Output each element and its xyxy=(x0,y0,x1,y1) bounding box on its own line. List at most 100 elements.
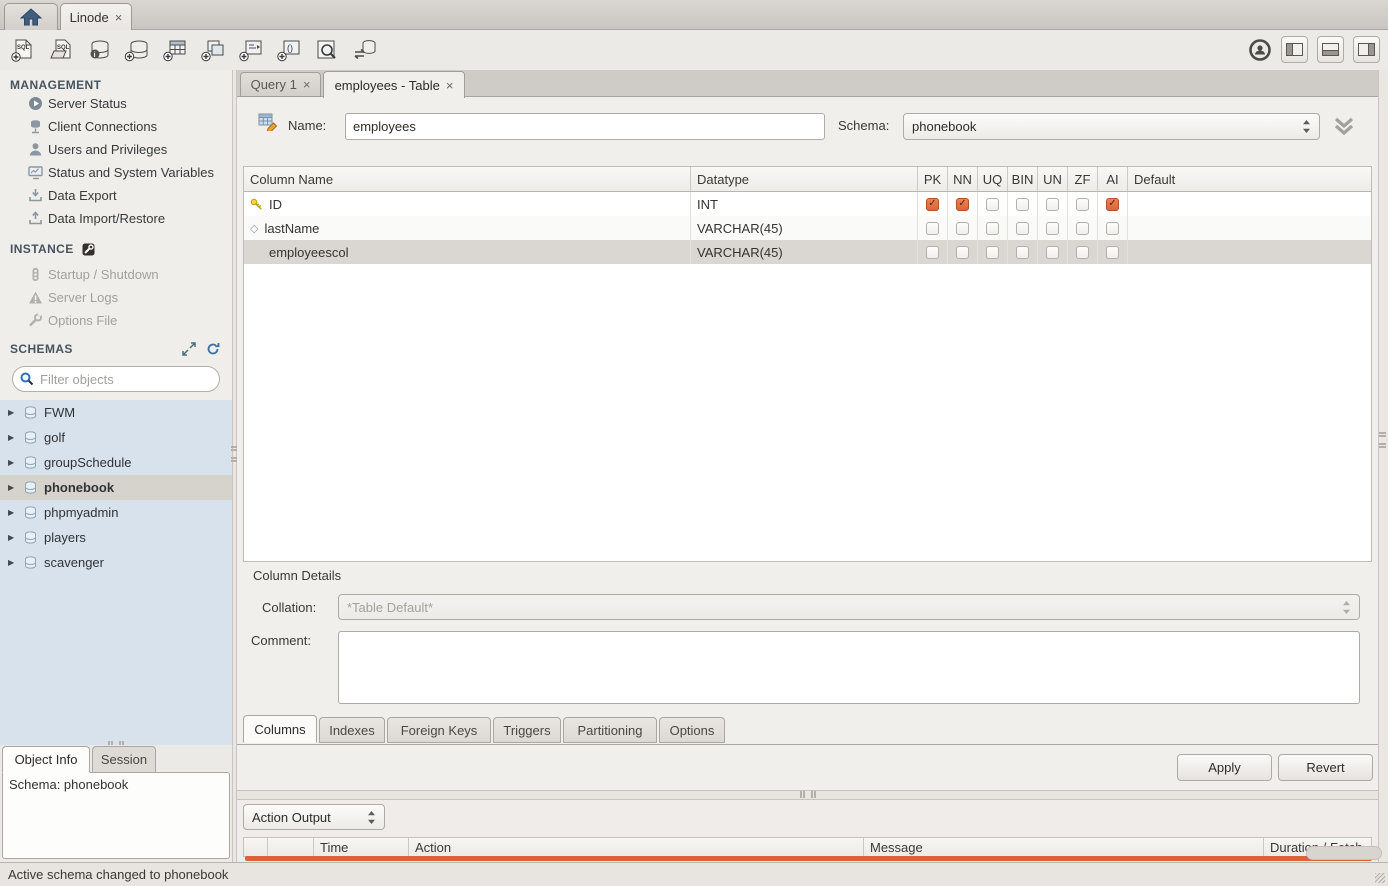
expander-icon[interactable]: ▶ xyxy=(8,458,17,467)
subtab-foreign-keys[interactable]: Foreign Keys xyxy=(387,717,491,743)
expander-icon[interactable]: ▶ xyxy=(8,433,17,442)
spinner-icon xyxy=(367,810,376,825)
schema-row[interactable]: ▶ golf xyxy=(0,425,232,450)
toggle-bottom-panel-button[interactable] xyxy=(1317,36,1344,63)
horizontal-scrollbar[interactable] xyxy=(245,856,1372,861)
column-row-id[interactable]: ID INT xyxy=(244,192,1371,216)
un-checkbox[interactable] xyxy=(1046,246,1059,259)
open-sql-script-button[interactable]: SQL xyxy=(46,35,76,65)
pk-checkbox[interactable] xyxy=(926,198,939,211)
create-function-button[interactable]: () xyxy=(274,35,304,65)
close-icon[interactable]: × xyxy=(303,77,311,92)
bin-checkbox[interactable] xyxy=(1016,222,1029,235)
nn-checkbox[interactable] xyxy=(956,246,969,259)
create-stored-procedure-button[interactable] xyxy=(236,35,266,65)
schema-row[interactable]: ▶ phpmyadmin xyxy=(0,500,232,525)
resize-grip[interactable] xyxy=(1375,873,1385,883)
sidebar-item-server-status[interactable]: Server Status xyxy=(0,92,232,115)
column-row-employeescol-selected[interactable]: employeescol VARCHAR(45) xyxy=(244,240,1371,264)
expander-icon[interactable]: ▶ xyxy=(8,558,17,567)
column-row-lastname[interactable]: ◇ lastName VARCHAR(45) xyxy=(244,216,1371,240)
splitter-grip[interactable] xyxy=(1379,432,1386,448)
uq-checkbox[interactable] xyxy=(986,222,999,235)
table-name-input[interactable] xyxy=(345,113,825,140)
apply-button[interactable]: Apply xyxy=(1177,754,1272,781)
schema-select[interactable]: phonebook xyxy=(903,113,1320,140)
close-icon[interactable]: × xyxy=(446,78,454,93)
expander-icon[interactable]: ▶ xyxy=(8,408,17,417)
sidebar-item-status-system-variables[interactable]: Status and System Variables xyxy=(0,161,232,184)
search-table-data-button[interactable] xyxy=(312,35,342,65)
sidebar-item-data-import[interactable]: Data Import/Restore xyxy=(0,207,232,230)
expand-editor-chevron-icon[interactable] xyxy=(1332,117,1356,136)
column-datatype: INT xyxy=(697,197,718,212)
expander-icon[interactable]: ▶ xyxy=(8,508,17,517)
pk-checkbox[interactable] xyxy=(926,222,939,235)
schema-filter-input[interactable] xyxy=(40,372,200,387)
new-query-tab-icon: SQL xyxy=(10,38,36,62)
uq-checkbox[interactable] xyxy=(986,198,999,211)
subtab-partitioning[interactable]: Partitioning xyxy=(563,717,657,743)
revert-button[interactable]: Revert xyxy=(1278,754,1373,781)
schema-inspector-button[interactable]: i xyxy=(84,35,114,65)
uq-checkbox[interactable] xyxy=(986,246,999,259)
schema-row[interactable]: ▶ FWM xyxy=(0,400,232,425)
expander-icon[interactable]: ▶ xyxy=(8,533,17,542)
subtab-columns[interactable]: Columns xyxy=(243,715,317,743)
splitter-grip[interactable] xyxy=(800,791,816,798)
new-query-tab-button[interactable]: SQL xyxy=(8,35,38,65)
bin-checkbox[interactable] xyxy=(1016,198,1029,211)
zf-checkbox[interactable] xyxy=(1076,222,1089,235)
nn-checkbox[interactable] xyxy=(956,198,969,211)
sidebar-item-data-export[interactable]: Data Export xyxy=(0,184,232,207)
refresh-schemas-icon[interactable] xyxy=(206,342,220,356)
schema-row[interactable]: ▶ groupSchedule xyxy=(0,450,232,475)
zf-checkbox[interactable] xyxy=(1076,198,1089,211)
output-header-message: Message xyxy=(864,838,1264,856)
sidebar-item-server-logs[interactable]: Server Logs xyxy=(0,286,232,309)
subtab-triggers[interactable]: Triggers xyxy=(493,717,561,743)
tab-employees-table[interactable]: employees - Table × xyxy=(323,71,465,98)
subtab-options[interactable]: Options xyxy=(659,717,725,743)
close-icon[interactable]: × xyxy=(115,10,123,25)
sidebar-item-options-file[interactable]: Options File xyxy=(0,309,232,332)
nn-checkbox[interactable] xyxy=(956,222,969,235)
zf-checkbox[interactable] xyxy=(1076,246,1089,259)
sidebar-item-users-privileges[interactable]: Users and Privileges xyxy=(0,138,232,161)
output-view-select[interactable]: Action Output xyxy=(243,804,385,830)
reconnect-database-button[interactable] xyxy=(350,35,380,65)
toggle-left-panel-button[interactable] xyxy=(1281,36,1308,63)
ai-checkbox[interactable] xyxy=(1106,198,1119,211)
toggle-right-panel-button[interactable] xyxy=(1353,36,1380,63)
tab-label: employees - Table xyxy=(335,78,440,93)
schema-filter xyxy=(12,366,220,392)
ai-checkbox[interactable] xyxy=(1106,246,1119,259)
home-tab[interactable] xyxy=(4,3,58,30)
sidebar-item-startup-shutdown[interactable]: Startup / Shutdown xyxy=(0,263,232,286)
sidebar-item-label: Data Import/Restore xyxy=(48,211,165,226)
sidebar-item-client-connections[interactable]: Client Connections xyxy=(0,115,232,138)
create-schema-button[interactable] xyxy=(122,35,152,65)
create-view-button[interactable] xyxy=(198,35,228,65)
subtab-indexes[interactable]: Indexes xyxy=(319,717,385,743)
schema-row[interactable]: ▶ players xyxy=(0,525,232,550)
schema-row[interactable]: ▶ scavenger xyxy=(0,550,232,575)
schema-row-selected[interactable]: ▶ phonebook xyxy=(0,475,232,500)
pk-checkbox[interactable] xyxy=(926,246,939,259)
ai-checkbox[interactable] xyxy=(1106,222,1119,235)
right-edge-splitter[interactable] xyxy=(1378,70,1388,862)
un-checkbox[interactable] xyxy=(1046,198,1059,211)
tab-query-1[interactable]: Query 1 × xyxy=(240,72,321,97)
user-circle-icon[interactable] xyxy=(1248,38,1272,62)
connection-tab[interactable]: Linode × xyxy=(60,3,132,30)
tab-session[interactable]: Session xyxy=(92,746,156,773)
data-export-icon xyxy=(28,188,43,203)
bin-checkbox[interactable] xyxy=(1016,246,1029,259)
tab-object-info[interactable]: Object Info xyxy=(2,746,90,773)
expander-icon[interactable]: ▶ xyxy=(8,483,17,492)
expand-schemas-icon[interactable] xyxy=(182,342,196,356)
create-table-button[interactable] xyxy=(160,35,190,65)
collation-select[interactable]: *Table Default* xyxy=(338,594,1360,620)
comment-textarea[interactable] xyxy=(338,631,1360,704)
un-checkbox[interactable] xyxy=(1046,222,1059,235)
